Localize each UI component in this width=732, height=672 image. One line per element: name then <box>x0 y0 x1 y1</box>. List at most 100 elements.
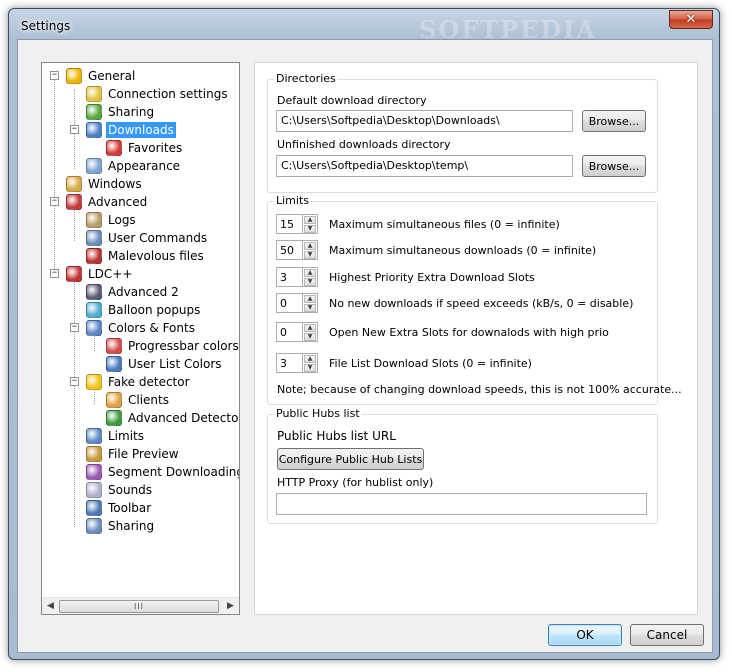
max-downloads-value[interactable]: 50 <box>276 240 303 260</box>
tree-item-toolbar[interactable]: Toolbar <box>86 499 153 517</box>
spin-down-icon[interactable]: ▼ <box>304 333 316 341</box>
settings-tree[interactable]: − − − − − − General Connection settings … <box>41 62 240 615</box>
tree-item-windows[interactable]: Windows <box>66 175 144 193</box>
ok-button[interactable]: OK <box>548 624 622 646</box>
high-prio-slots-spinner[interactable]: 0 ▲ ▼ <box>276 322 320 342</box>
configure-public-hubs-button[interactable]: Configure Public Hub Lists <box>277 448 424 470</box>
extra-slots-value[interactable]: 3 <box>276 267 303 287</box>
extra-slots-spinner[interactable]: 3 ▲ ▼ <box>276 267 320 287</box>
downloads-settings-pane: Directories Default download directory C… <box>254 62 698 615</box>
default-download-directory-field[interactable]: C:\Users\Softpedia\Desktop\Downloads\ <box>276 110 573 132</box>
palette-icon <box>86 158 102 174</box>
tree-item-advanced-detector[interactable]: Advanced Detector Pa <box>106 409 239 427</box>
collapse-toggle-ldc[interactable]: − <box>50 269 59 278</box>
unfinished-directory-field[interactable]: C:\Users\Softpedia\Desktop\temp\ <box>276 155 573 177</box>
tree-item-connection-settings[interactable]: Connection settings <box>86 85 230 103</box>
speed-limit-label: No new downloads if speed exceeds (kB/s,… <box>329 297 634 310</box>
browse-default-directory-button[interactable]: Browse... <box>582 110 646 132</box>
spin-down-icon[interactable]: ▼ <box>304 278 316 286</box>
spin-up-icon[interactable]: ▲ <box>304 242 316 250</box>
speed-limit-spinner[interactable]: 0 ▲ ▼ <box>276 293 320 313</box>
share-icon <box>86 104 102 120</box>
spin-down-icon[interactable]: ▼ <box>304 364 316 372</box>
collapse-toggle-colors[interactable]: − <box>70 323 79 332</box>
tree-item-logs[interactable]: Logs <box>86 211 138 229</box>
high-prio-slots-value[interactable]: 0 <box>276 322 303 342</box>
limits-group-title: Limits <box>274 194 311 207</box>
spin-up-icon[interactable]: ▲ <box>304 324 316 332</box>
browse-unfinished-directory-button[interactable]: Browse... <box>582 155 646 177</box>
tree-item-user-list-colors[interactable]: User List Colors <box>106 355 224 373</box>
tree-item-advanced-2[interactable]: Advanced 2 <box>86 283 181 301</box>
cancel-button[interactable]: Cancel <box>630 624 704 646</box>
limits-group: Limits 15 ▲ ▼ Maximum simultaneous files … <box>267 194 682 405</box>
public-hubs-group: Public Hubs list Public Hubs list URL Co… <box>267 407 658 524</box>
tree-item-segment-downloading[interactable]: Segment Downloading <box>86 463 239 481</box>
limit-icon <box>86 428 102 444</box>
public-hubs-url-label: Public Hubs list URL <box>277 429 396 443</box>
file-list-slots-label: File List Download Slots (0 = infinite) <box>329 357 532 370</box>
max-files-value[interactable]: 15 <box>276 214 303 234</box>
limits-note: Note; because of changing download speed… <box>277 383 682 396</box>
wrench-icon <box>66 194 82 210</box>
max-downloads-spinner[interactable]: 50 ▲ ▼ <box>276 240 320 260</box>
file-list-slots-value[interactable]: 3 <box>276 353 303 373</box>
tree-item-advanced[interactable]: Advanced <box>66 193 149 211</box>
color-icon <box>86 320 102 336</box>
balloon-icon <box>86 302 102 318</box>
close-button[interactable]: ✕ <box>669 10 713 29</box>
tree-item-sharing[interactable]: Sharing <box>86 103 156 121</box>
tree-item-balloon-popups[interactable]: Balloon popups <box>86 301 202 319</box>
close-icon: ✕ <box>685 12 697 27</box>
tree-item-malevolous-files[interactable]: Malevolous files <box>86 247 206 265</box>
collapse-toggle-fake-detector[interactable]: − <box>70 377 79 386</box>
scroll-left-arrow-icon[interactable]: ◀ <box>42 598 59 614</box>
segment-icon <box>86 464 102 480</box>
spin-up-icon[interactable]: ▲ <box>304 295 316 303</box>
plug-icon <box>86 86 102 102</box>
title-bar[interactable]: Settings SOFTPEDIA ✕ <box>9 9 719 44</box>
tree-item-general[interactable]: General <box>66 67 137 85</box>
tree-item-sounds[interactable]: Sounds <box>86 481 154 499</box>
spin-down-icon[interactable]: ▼ <box>304 225 316 233</box>
tree-item-file-preview[interactable]: File Preview <box>86 445 181 463</box>
collapse-toggle-general[interactable]: − <box>50 71 59 80</box>
extra-slots-label: Highest Priority Extra Download Slots <box>329 271 535 284</box>
unfinished-directory-label: Unfinished downloads directory <box>277 138 451 151</box>
collapse-toggle-advanced[interactable]: − <box>50 197 59 206</box>
max-files-label: Maximum simultaneous files (0 = infinite… <box>329 218 560 231</box>
high-prio-slots-label: Open New Extra Slots for downalods with … <box>329 326 609 339</box>
scroll-right-arrow-icon[interactable]: ▶ <box>222 598 239 614</box>
spin-up-icon[interactable]: ▲ <box>304 355 316 363</box>
speed-limit-value[interactable]: 0 <box>276 293 303 313</box>
max-files-spinner[interactable]: 15 ▲ ▼ <box>276 214 320 234</box>
tree-item-user-commands[interactable]: User Commands <box>86 229 209 247</box>
http-proxy-field[interactable] <box>276 493 647 515</box>
tree-item-sharing-2[interactable]: Sharing <box>86 517 156 535</box>
tree-item-progressbar-colors[interactable]: Progressbar colors <box>106 337 239 355</box>
bug-icon <box>86 248 102 264</box>
tree-item-downloads[interactable]: Downloads <box>86 121 176 139</box>
warning-icon <box>86 374 102 390</box>
tree-item-limits[interactable]: Limits <box>86 427 146 445</box>
default-download-directory-label: Default download directory <box>277 94 427 107</box>
tree-item-clients[interactable]: Clients <box>106 391 171 409</box>
cube-icon <box>66 266 82 282</box>
tree-item-ldc[interactable]: LDC++ <box>66 265 134 283</box>
file-list-slots-spinner[interactable]: 3 ▲ ▼ <box>276 353 320 373</box>
tree-item-appearance[interactable]: Appearance <box>86 157 182 175</box>
tree-item-colors-fonts[interactable]: Colors & Fonts <box>86 319 197 337</box>
collapse-toggle-downloads[interactable]: − <box>70 125 79 134</box>
download-icon <box>86 122 102 138</box>
tree-item-fake-detector[interactable]: Fake detector <box>86 373 192 391</box>
spin-up-icon[interactable]: ▲ <box>304 216 316 224</box>
directories-group-title: Directories <box>274 72 338 85</box>
scroll-thumb[interactable]: III <box>59 600 219 613</box>
spin-down-icon[interactable]: ▼ <box>304 304 316 312</box>
tree-horizontal-scrollbar[interactable]: ◀ III ▶ <box>42 597 239 614</box>
spin-down-icon[interactable]: ▼ <box>304 251 316 259</box>
tree-item-favorites[interactable]: Favorites <box>106 139 184 157</box>
spin-up-icon[interactable]: ▲ <box>304 269 316 277</box>
detector-icon <box>106 410 122 426</box>
log-icon <box>86 212 102 228</box>
